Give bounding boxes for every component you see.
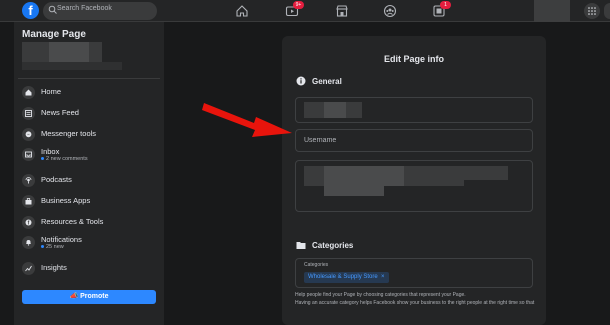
page-title: Edit Page info	[383, 54, 444, 64]
promote-label: Promote	[80, 293, 109, 300]
megaphone-icon: 📣	[69, 293, 79, 300]
messenger-button[interactable]	[604, 3, 610, 19]
categories-field[interactable]: Categories Wholesale & Supply Store ×	[295, 258, 533, 288]
username-placeholder: Username	[304, 137, 337, 144]
insights-icon	[22, 262, 35, 275]
blurred-value	[324, 102, 346, 118]
blurred-page-name-detail	[49, 42, 89, 62]
sidebar-divider	[18, 78, 160, 79]
notification-badge: 1	[440, 1, 451, 9]
username-field[interactable]: Username	[295, 129, 533, 152]
blurred-value	[304, 166, 324, 186]
news-feed-icon	[22, 107, 35, 120]
profile-avatar[interactable]	[534, 0, 570, 22]
category-chip-label: Wholesale & Supply Store	[308, 274, 378, 280]
business-apps-icon	[22, 195, 35, 208]
sidebar-item-label: News Feed	[41, 108, 79, 117]
sidebar-item-notifications[interactable]: Notifications 25 new	[20, 232, 160, 256]
sidebar-item-label: Podcasts	[41, 175, 72, 184]
sidebar-item-home[interactable]: Home	[20, 82, 160, 102]
sidebar-item-messenger-tools[interactable]: Messenger tools	[20, 124, 160, 144]
unread-dot	[41, 157, 44, 161]
folder-icon	[296, 242, 306, 249]
info-icon	[296, 76, 306, 86]
sidebar-item-label: Insights	[41, 263, 67, 272]
top-navigation-bar: f Search Facebook 9+ 1	[0, 0, 610, 22]
red-arrow-annotation	[202, 103, 292, 137]
gaming-nav-icon[interactable]: 1	[432, 1, 451, 18]
blurred-value	[324, 186, 384, 196]
sidebar-item-label: Messenger tools	[41, 129, 97, 138]
blurred-value	[346, 102, 362, 118]
unread-dot	[41, 245, 44, 249]
blurred-value	[404, 166, 464, 186]
inbox-icon	[22, 148, 35, 161]
sidebar-item-label: Resources & Tools	[41, 217, 104, 226]
video-badge: 9+	[293, 1, 304, 9]
manage-page-sidebar: Manage Page Home News Feed Messenger too…	[14, 22, 164, 325]
home-icon	[22, 86, 35, 99]
general-heading: General	[312, 77, 342, 86]
sidebar-item-insights[interactable]: Insights	[20, 258, 160, 278]
sidebar-item-label: Notifications	[41, 235, 82, 244]
categories-help-text-2: Having an accurate category helps Facebo…	[295, 300, 535, 306]
search-input[interactable]: Search Facebook	[43, 2, 157, 20]
home-nav-icon[interactable]	[235, 4, 249, 18]
inbox-sub-label: 2 new comments	[41, 156, 88, 162]
blurred-page-subtitle	[22, 62, 122, 70]
chip-remove-icon[interactable]: ×	[381, 274, 385, 280]
marketplace-nav-icon[interactable]	[335, 4, 349, 18]
grid-icon	[588, 7, 596, 15]
sidebar-item-resources-tools[interactable]: f Resources & Tools	[20, 212, 160, 232]
resources-icon: f	[22, 216, 35, 229]
messenger-icon	[22, 128, 35, 141]
category-chip[interactable]: Wholesale & Supply Store ×	[304, 272, 389, 283]
groups-nav-icon[interactable]	[383, 4, 397, 18]
edit-page-info-panel: Edit Page info General Username Categori…	[282, 36, 546, 325]
blurred-value	[304, 102, 324, 118]
promote-button[interactable]: 📣 Promote	[22, 290, 156, 304]
categories-help-text: Help people find your Page by choosing c…	[295, 292, 466, 298]
search-placeholder: Search Facebook	[57, 5, 112, 12]
page-name-field[interactable]	[295, 97, 533, 123]
sidebar-item-podcasts[interactable]: Podcasts	[20, 170, 160, 190]
blurred-value	[464, 166, 508, 180]
categories-field-label: Categories	[304, 262, 329, 268]
menu-button[interactable]	[584, 3, 600, 19]
sidebar-title: Manage Page	[22, 29, 86, 40]
sidebar-item-inbox[interactable]: Inbox 2 new comments	[20, 144, 160, 168]
sidebar-item-label: Home	[41, 87, 62, 96]
notifications-sub-label: 25 new	[41, 244, 64, 250]
watch-nav-icon[interactable]: 9+	[285, 1, 304, 18]
podcast-icon	[22, 174, 35, 187]
blurred-value	[324, 166, 404, 186]
sidebar-item-label: Business Apps	[41, 196, 91, 205]
sidebar-item-business-apps[interactable]: Business Apps	[20, 191, 160, 211]
bell-icon	[22, 236, 35, 249]
facebook-logo[interactable]: f	[22, 2, 39, 19]
sidebar-item-news-feed[interactable]: News Feed	[20, 103, 160, 123]
sidebar-item-label: Inbox	[41, 147, 60, 156]
categories-heading: Categories	[312, 241, 354, 250]
description-field[interactable]	[295, 160, 533, 212]
